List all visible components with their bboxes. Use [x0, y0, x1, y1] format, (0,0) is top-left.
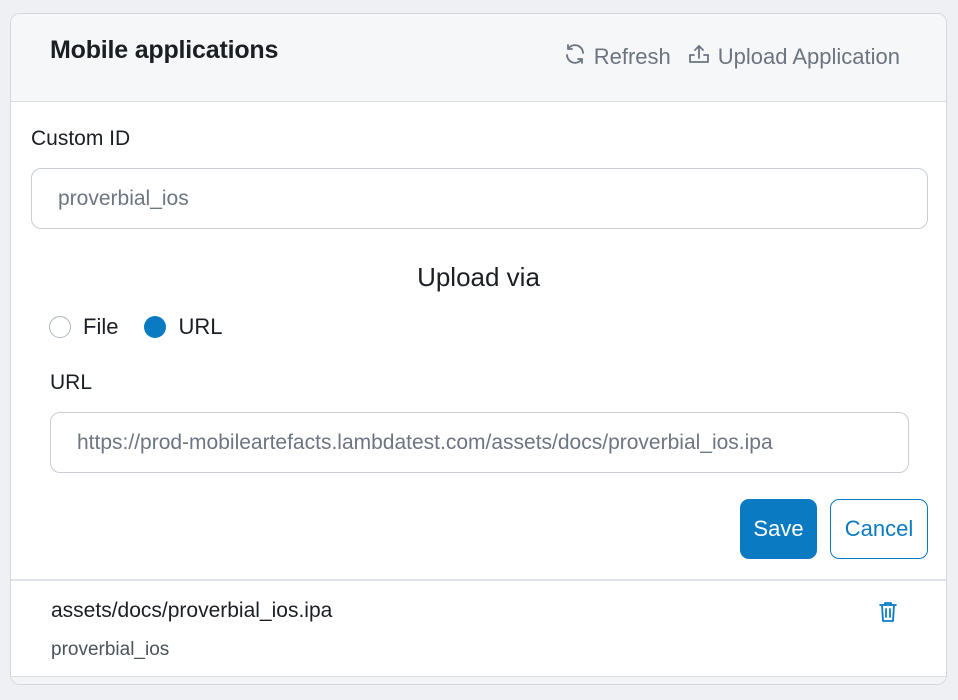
radio-url-label: URL	[178, 314, 223, 339]
file-name: assets/docs/proverbial_ios.ipa	[51, 599, 333, 622]
radio-file[interactable]: File	[49, 314, 118, 340]
custom-id-input[interactable]: proverbial_ios	[31, 168, 928, 229]
radio-url-indicator[interactable]	[144, 316, 167, 338]
upload-label: Upload Application	[717, 44, 900, 69]
radio-file-label: File	[83, 314, 119, 339]
mobile-applications-card: Mobile applications Refresh Upload Appli…	[10, 13, 947, 685]
upload-via-heading: Upload via	[417, 262, 540, 292]
radio-file-indicator[interactable]	[49, 316, 71, 338]
upload-application-button[interactable]: Upload Application	[687, 42, 900, 72]
upload-method-radio-group: File URL	[49, 314, 248, 340]
file-custom-id: proverbial_ios	[51, 639, 170, 660]
save-button[interactable]: Save	[740, 499, 817, 559]
custom-id-label: Custom ID	[31, 127, 131, 150]
cancel-button[interactable]: Cancel	[830, 499, 928, 559]
page-title: Mobile applications	[50, 36, 279, 64]
refresh-button[interactable]: Refresh	[563, 42, 671, 72]
url-label: URL	[50, 371, 93, 394]
trash-icon[interactable]	[877, 600, 899, 624]
url-input[interactable]: https://prod-mobileartefacts.lambdatest.…	[50, 412, 909, 473]
upload-icon	[687, 42, 711, 72]
list-item: assets/docs/proverbial_ios.ipa proverbia…	[11, 581, 946, 678]
refresh-icon	[563, 42, 587, 72]
refresh-label: Refresh	[593, 44, 671, 69]
header-actions: Refresh Upload Application	[563, 42, 900, 72]
radio-url[interactable]: URL	[144, 314, 222, 340]
card-footer-strip	[11, 676, 946, 684]
card-header: Mobile applications Refresh Upload Appli…	[11, 14, 946, 102]
